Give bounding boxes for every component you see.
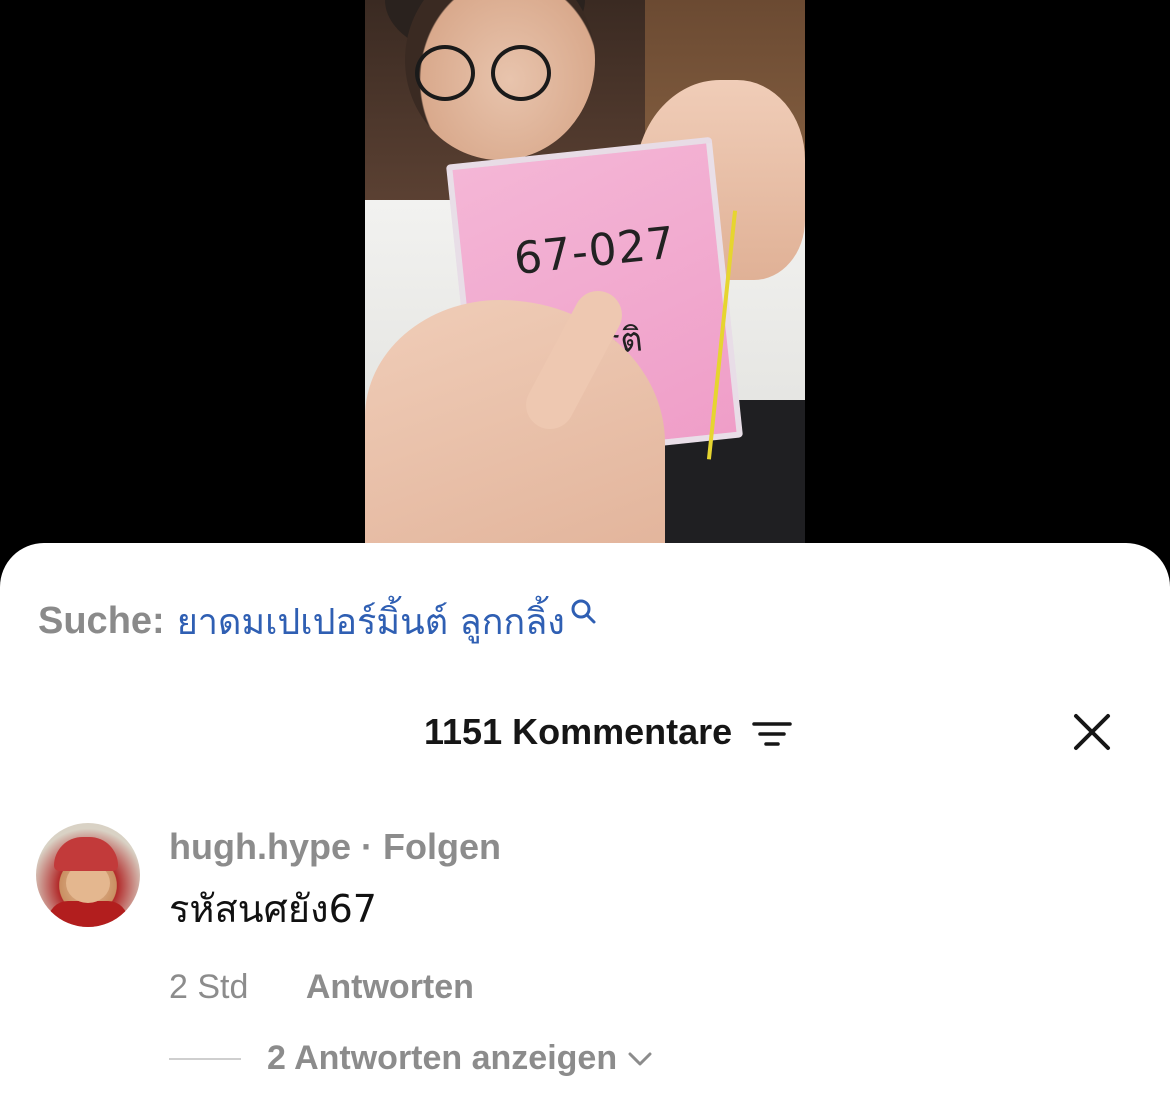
avatar-shirt xyxy=(48,901,128,927)
avatar-cap xyxy=(54,837,118,871)
search-label: Suche: xyxy=(38,600,165,642)
comment-user-line: hugh.hype · Folgen xyxy=(169,823,501,871)
comments-sheet: Suche: ยาดมเปเปอร์มิ้นต์ ลูกกลิ้ง 1151 K… xyxy=(0,543,1170,1112)
dot-separator: · xyxy=(361,826,373,867)
view-replies-button[interactable]: 2 Antworten anzeigen xyxy=(267,1039,653,1078)
avatar[interactable] xyxy=(36,823,140,927)
comment-item: hugh.hype · Folgen รหัสนศยัง67 2 Std Antwo… xyxy=(36,823,1136,1077)
close-icon[interactable] xyxy=(1068,708,1116,756)
comments-header: 1151 Kommentare xyxy=(0,708,1170,758)
sort-icon[interactable] xyxy=(752,720,792,748)
view-replies-row[interactable]: 2 Antworten anzeigen xyxy=(169,1039,653,1078)
comment-count-title: 1151 Kommentare xyxy=(424,711,733,752)
card-number: 67-027 xyxy=(511,217,678,286)
comment-username[interactable]: hugh.hype xyxy=(169,826,351,867)
view-replies-label: 2 Antworten anzeigen xyxy=(267,1039,618,1077)
comment-meta: 2 Std Antworten xyxy=(169,963,474,1011)
reply-button[interactable]: Antworten xyxy=(306,968,474,1006)
comment-timestamp: 2 Std xyxy=(169,968,249,1006)
search-icon[interactable] xyxy=(569,597,597,631)
search-suggestion[interactable]: Suche: ยาดมเปเปอร์มิ้นต์ ลูกกลิ้ง xyxy=(38,593,597,650)
video-glasses-right xyxy=(491,45,551,101)
video-player[interactable]: 67-027 ธรติ xyxy=(0,0,1170,560)
follow-button[interactable]: Folgen xyxy=(383,826,501,867)
comment-text: รหัสนศยัง67 xyxy=(169,887,377,931)
search-term-link[interactable]: ยาดมเปเปอร์มิ้นต์ ลูกกลิ้ง xyxy=(177,593,565,650)
chevron-down-icon xyxy=(628,1052,652,1065)
replies-divider xyxy=(169,1057,241,1060)
video-glasses-left xyxy=(415,45,475,101)
video-frame[interactable]: 67-027 ธรติ xyxy=(365,0,805,560)
